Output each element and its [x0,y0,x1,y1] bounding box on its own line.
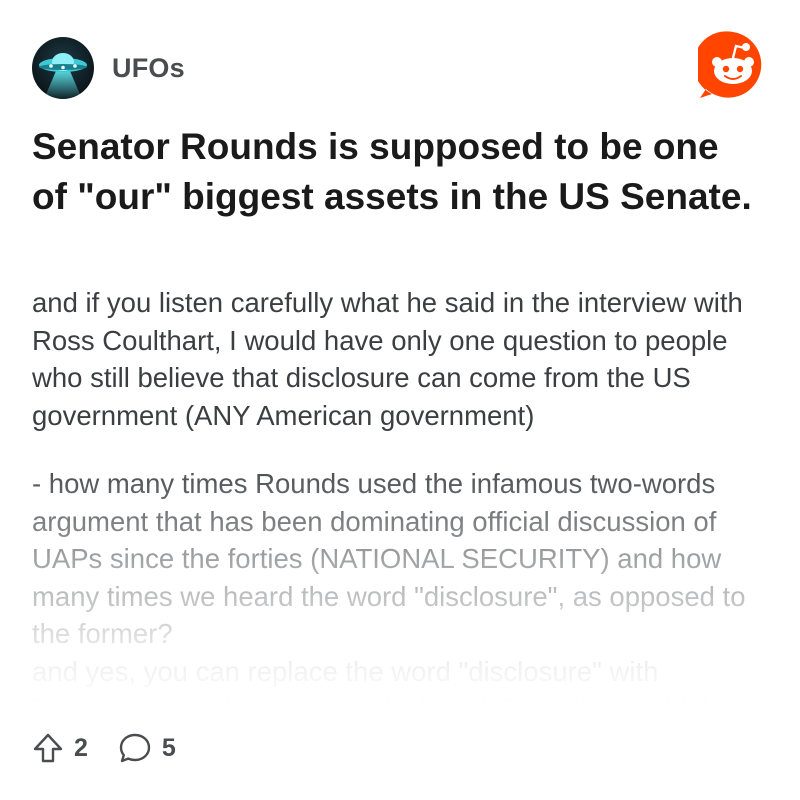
ufo-avatar-icon [32,37,94,99]
upvote-button[interactable]: 2 [32,732,88,764]
post-actions: 2 5 [32,726,176,770]
subreddit-name[interactable]: UFOs [112,53,185,84]
upvote-arrow-icon [33,733,63,763]
post-card[interactable]: UFOs Senator Rounds is supposed to be on… [0,0,800,800]
post-body-paragraph: and if you listen carefully what he said… [32,287,743,431]
comment-bubble-icon [119,733,151,763]
post-title[interactable]: Senator Rounds is supposed to be one of … [32,122,760,222]
reddit-logo-icon [698,31,762,98]
post-header: UFOs [32,31,768,100]
post-body-paragraph: - how many times Rounds used the infamou… [32,468,746,704]
subreddit-avatar[interactable] [32,37,94,99]
post-body: and if you listen carefully what he said… [32,284,764,704]
comments-button[interactable]: 5 [118,732,176,764]
comment-count: 5 [161,733,176,762]
upvote-count: 2 [74,733,88,762]
